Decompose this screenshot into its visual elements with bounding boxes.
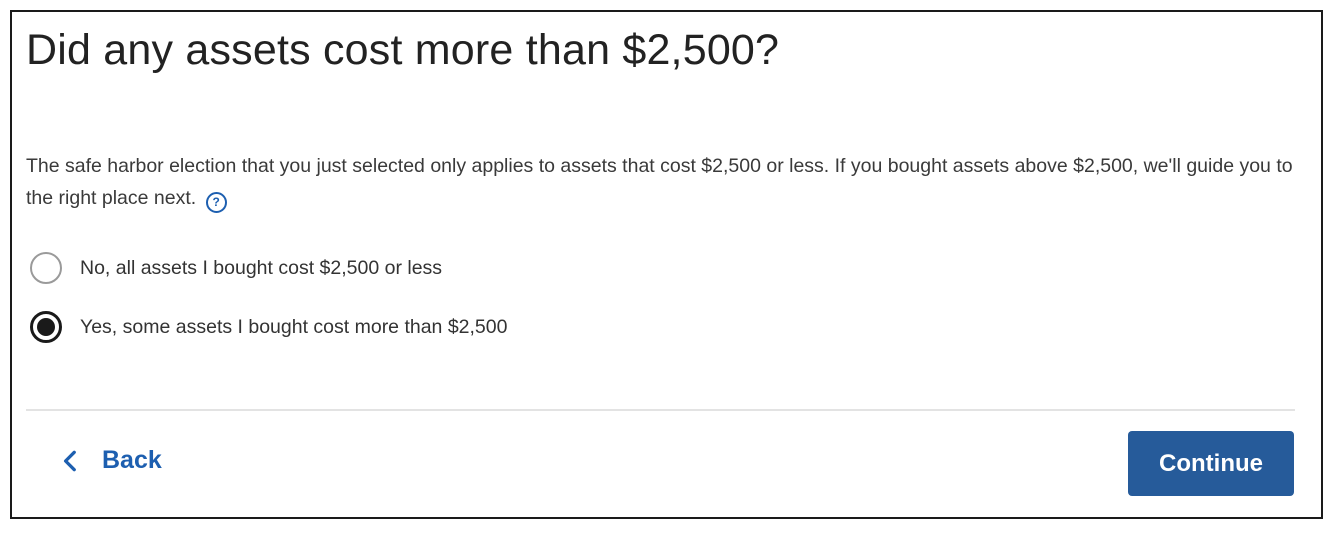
radio-button-yes[interactable] (30, 311, 62, 343)
question-circle-icon[interactable]: ? (205, 191, 227, 213)
radio-button-no[interactable] (30, 252, 62, 284)
page-title: Did any assets cost more than $2,500? (26, 26, 780, 74)
radio-label-yes: Yes, some assets I bought cost more than… (80, 315, 508, 338)
radio-label-no: No, all assets I bought cost $2,500 or l… (80, 256, 443, 279)
chevron-left-icon (63, 450, 76, 471)
dialog-frame: Did any assets cost more than $2,500? Th… (10, 10, 1323, 519)
radio-option-yes[interactable]: Yes, some assets I bought cost more than… (30, 311, 507, 343)
continue-button[interactable]: Continue (1128, 431, 1294, 496)
back-button[interactable]: Back (58, 446, 162, 475)
radio-option-no[interactable]: No, all assets I bought cost $2,500 or l… (30, 252, 442, 284)
description-text: The safe harbor election that you just s… (26, 150, 1296, 214)
back-button-label: Back (102, 446, 162, 474)
footer-divider (26, 409, 1295, 411)
